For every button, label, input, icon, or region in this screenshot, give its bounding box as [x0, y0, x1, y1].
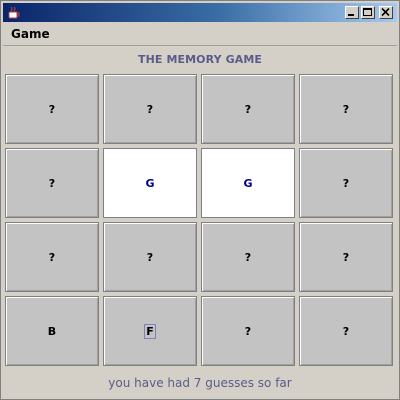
memory-card[interactable]: G: [103, 148, 197, 218]
card-label: G: [243, 176, 253, 190]
card-label: ?: [48, 250, 56, 264]
memory-card[interactable]: ?: [299, 74, 393, 144]
memory-card[interactable]: ?: [5, 148, 99, 218]
card-label: F: [144, 323, 156, 339]
card-label: ?: [342, 250, 350, 264]
menu-game[interactable]: Game: [11, 27, 50, 41]
card-label: ?: [48, 176, 56, 190]
memory-card[interactable]: B: [5, 296, 99, 366]
memory-card[interactable]: ?: [299, 296, 393, 366]
card-label: ?: [342, 324, 350, 338]
minimize-button[interactable]: [345, 6, 359, 19]
memory-card[interactable]: ?: [5, 74, 99, 144]
card-label: ?: [146, 250, 154, 264]
memory-card[interactable]: ?: [103, 74, 197, 144]
card-label: ?: [244, 324, 252, 338]
status-text: you have had 7 guesses so far: [108, 376, 292, 390]
memory-card[interactable]: ?: [103, 222, 197, 292]
close-button[interactable]: [379, 6, 393, 19]
menu-bar: Game: [3, 23, 397, 46]
maximize-button[interactable]: [361, 6, 375, 19]
memory-card[interactable]: ?: [5, 222, 99, 292]
memory-card[interactable]: ?: [201, 74, 295, 144]
memory-card[interactable]: F: [103, 296, 197, 366]
memory-card[interactable]: ?: [299, 148, 393, 218]
minimize-icon: [348, 14, 354, 16]
memory-card[interactable]: ?: [201, 222, 295, 292]
game-heading: THE MEMORY GAME: [138, 53, 262, 66]
title-bar[interactable]: [3, 3, 397, 22]
card-label: ?: [244, 102, 252, 116]
close-icon: [381, 8, 390, 17]
app-window: Game THE MEMORY GAME ????? G G????? B F?? yo…: [0, 0, 400, 400]
maximize-icon: [363, 8, 372, 16]
card-grid: ????? G G????? B F??: [5, 74, 397, 370]
card-label: ?: [342, 102, 350, 116]
card-label: ?: [48, 102, 56, 116]
memory-card[interactable]: ?: [201, 296, 295, 366]
card-label: G: [145, 176, 155, 190]
java-cup-icon[interactable]: [7, 5, 21, 19]
card-label: ?: [342, 176, 350, 190]
card-label: ?: [146, 102, 154, 116]
card-label: ?: [244, 250, 252, 264]
memory-card[interactable]: ?: [299, 222, 393, 292]
memory-card[interactable]: G: [201, 148, 295, 218]
card-label: B: [47, 324, 57, 338]
